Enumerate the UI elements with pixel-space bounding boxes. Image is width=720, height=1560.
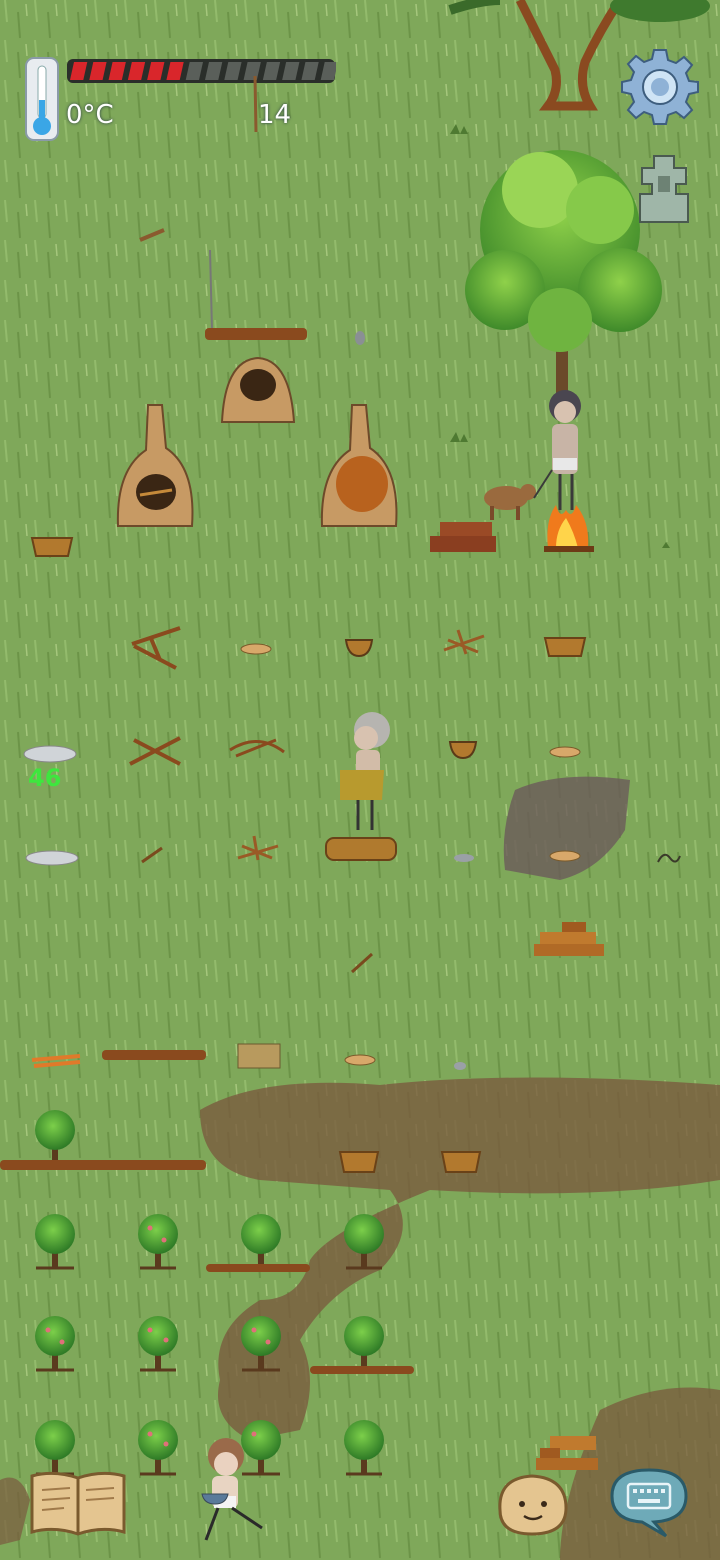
emote-face-icon[interactable]	[492, 1472, 572, 1538]
log[interactable]	[325, 837, 397, 861]
basket[interactable]	[543, 637, 587, 657]
long-shaft[interactable]	[0, 1160, 206, 1170]
thermometer-icon	[24, 56, 60, 142]
basket[interactable]	[338, 1151, 380, 1173]
straw-bundle[interactable]	[237, 1043, 281, 1069]
age-label: 14	[258, 100, 292, 130]
basket[interactable]	[30, 537, 74, 557]
item-count-label: 46	[28, 764, 62, 792]
basket[interactable]	[440, 1151, 482, 1173]
food-meter	[66, 58, 338, 84]
book-icon[interactable]	[28, 1468, 128, 1538]
long-shaft[interactable]	[102, 1050, 206, 1060]
flat-bread[interactable]	[344, 1054, 376, 1066]
game-world[interactable]	[0, 0, 720, 1560]
keyboard-icon[interactable]	[606, 1466, 692, 1538]
flat-bread[interactable]	[549, 850, 581, 862]
flat-bread[interactable]	[240, 643, 272, 655]
round-stone[interactable]	[454, 854, 474, 862]
flat-stone[interactable]	[25, 850, 79, 866]
round-stone[interactable]	[454, 1062, 466, 1070]
sharp-stone[interactable]	[355, 331, 365, 345]
gear-icon[interactable]	[620, 46, 700, 126]
flat-bread[interactable]	[549, 746, 581, 758]
food-meter-graphic	[67, 59, 338, 83]
flat-stone[interactable]	[23, 745, 77, 763]
totem-icon[interactable]	[636, 154, 692, 224]
temperature-label: 0°C	[66, 100, 114, 130]
